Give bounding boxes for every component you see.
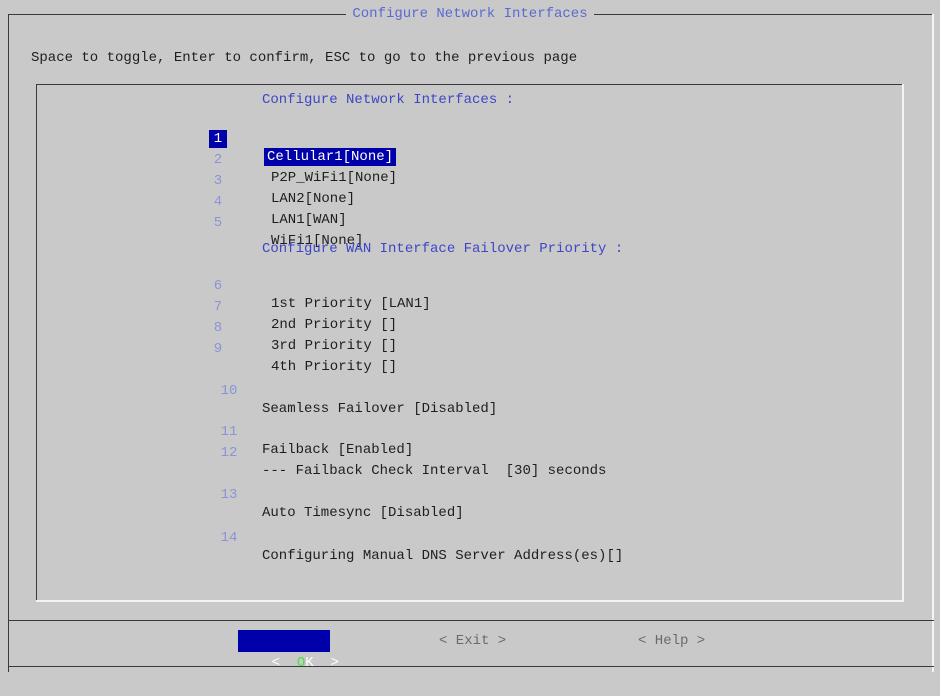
dialog-title: Configure Network Interfaces bbox=[0, 6, 940, 22]
dialog-title-text: Configure Network Interfaces bbox=[346, 6, 594, 22]
frame-left-line bbox=[8, 14, 9, 672]
menu-box-left bbox=[36, 84, 37, 602]
menu-box-right bbox=[902, 84, 904, 602]
item-number: 13 bbox=[220, 487, 238, 503]
configure-network-dialog: Configure Network Interfaces Space to to… bbox=[0, 0, 940, 672]
item-number: 14 bbox=[220, 530, 238, 546]
menu-item-lan2[interactable]: 3 LAN2[None] bbox=[209, 154, 449, 207]
item-number: 10 bbox=[220, 383, 238, 399]
menu-box-bottom bbox=[36, 600, 904, 602]
ok-button-rest: K > bbox=[305, 655, 339, 671]
instructions-text: Space to toggle, Enter to confirm, ESC t… bbox=[31, 50, 578, 66]
menu-item-auto-timesync[interactable]: 13 Auto Timesync [Disabled] bbox=[209, 468, 609, 521]
menu-item-cellular1[interactable]: 1 Cellular1[None] bbox=[209, 112, 449, 166]
menu-item-2nd-priority[interactable]: 7 2nd Priority [] bbox=[209, 280, 509, 333]
frame-right-line bbox=[932, 14, 934, 672]
menu-item-failback[interactable]: 11 Failback [Enabled] bbox=[209, 405, 609, 458]
menu-item-3rd-priority[interactable]: 8 3rd Priority [] bbox=[209, 301, 509, 354]
item-number: 12 bbox=[220, 445, 238, 461]
item-number: 5 bbox=[213, 215, 223, 231]
ok-button-hotkey: O bbox=[296, 655, 306, 671]
menu-item-1st-priority[interactable]: 6 1st Priority [LAN1] bbox=[209, 259, 509, 312]
menu-item-p2p-wifi1[interactable]: 2 P2P_WiFi1[None] bbox=[209, 133, 449, 186]
section-network-interfaces-title: Configure Network Interfaces : bbox=[262, 92, 515, 108]
button-bar-separator bbox=[8, 620, 934, 621]
help-button[interactable]: < Help > bbox=[638, 630, 705, 652]
frame-bottom-line bbox=[8, 666, 934, 667]
menu-item-manual-dns[interactable]: 14 Configuring Manual DNS Server Address… bbox=[209, 511, 769, 564]
exit-button[interactable]: < Exit > bbox=[439, 630, 506, 652]
menu-item-wifi1[interactable]: 5 WiFi1[None] bbox=[209, 196, 449, 249]
menu-item-seamless-failover[interactable]: 10 Seamless Failover [Disabled] bbox=[209, 364, 609, 417]
section-wan-failover-title: Configure WAN Interface Failover Priorit… bbox=[262, 241, 624, 257]
ok-button[interactable]: < OK > bbox=[238, 630, 339, 671]
ok-button-left-bracket: < bbox=[271, 655, 297, 671]
menu-item-4th-priority[interactable]: 9 4th Priority [] bbox=[209, 322, 509, 375]
menu-box-top bbox=[36, 84, 904, 85]
menu-item-failback-interval[interactable]: 12 --- Failback Check Interval [30] seco… bbox=[209, 426, 729, 479]
item-number: 9 bbox=[213, 341, 223, 357]
menu-item-lan1[interactable]: 4 LAN1[WAN] bbox=[209, 175, 449, 228]
item-label: Configuring Manual DNS Server Address(es… bbox=[262, 548, 624, 564]
